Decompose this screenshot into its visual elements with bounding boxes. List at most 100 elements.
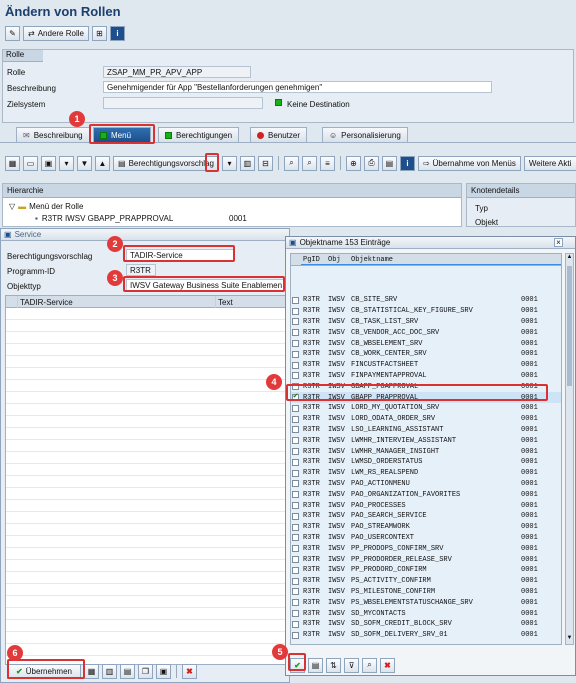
print-icon[interactable]: ⎙ xyxy=(363,155,379,171)
table-row[interactable]: R3TR IWSV FINPAYMENTAPPROVAL 0001 xyxy=(291,371,561,382)
table-row[interactable]: R3TR IWSV PAO_SEARCH_SERVICE 0001 xyxy=(291,511,561,522)
table-row[interactable]: R3TR IWSV PAO_ACTIONMENU 0001 xyxy=(291,479,561,490)
row-checkbox[interactable] xyxy=(292,307,299,315)
tree-icon[interactable]: ▦ xyxy=(5,155,20,171)
cancel-icon[interactable]: ✖ xyxy=(380,657,395,673)
details-icon[interactable]: ▤ xyxy=(120,663,135,679)
row-checkbox[interactable] xyxy=(292,404,299,412)
cancel-icon[interactable]: ✖ xyxy=(182,663,197,679)
table-row[interactable]: R3TR IWSV PAO_ORGANIZATION_FAVORITES 0001 xyxy=(291,489,561,500)
zoom-icon[interactable]: ⊕ xyxy=(345,155,361,171)
dropdown-arrow-icon[interactable]: ▾ xyxy=(221,155,237,171)
tab-benutzer[interactable]: Benutzer xyxy=(250,127,308,142)
service-table[interactable]: TADIR-Service Text xyxy=(5,295,287,665)
row-checkbox[interactable] xyxy=(292,512,299,520)
transaction-icon[interactable]: ▣ xyxy=(41,155,56,171)
info-icon[interactable]: i xyxy=(109,25,125,41)
collapse-icon[interactable]: ▽ xyxy=(9,202,15,211)
table-row[interactable]: R3TR IWSV PS_WBSELEMENTSTATUSCHANGE_SRV 000… xyxy=(291,597,561,608)
sort-icon[interactable]: ⇅ xyxy=(326,657,341,673)
table-row[interactable]: R3TR IWSV LWMSD_ORDERSTATUS 0001 xyxy=(291,457,561,468)
andere-rolle-button[interactable]: ⇄ Andere Rolle xyxy=(23,25,89,41)
row-checkbox[interactable] xyxy=(292,296,299,304)
table-row[interactable]: R3TR IWSV LORD_MY_QUOTATION_SRV 0001 xyxy=(291,403,561,414)
find-icon[interactable]: ⌕ xyxy=(283,155,299,171)
programm-id-field[interactable]: R3TR xyxy=(126,264,156,276)
row-checkbox[interactable] xyxy=(292,545,299,553)
table-row[interactable]: R3TR IWSV PAO_PROCESSES 0001 xyxy=(291,500,561,511)
filter-icon[interactable]: ⊽ xyxy=(344,657,359,673)
paste-icon[interactable]: ▣ xyxy=(156,663,171,679)
move-down-icon[interactable]: ▼ xyxy=(77,155,92,171)
row-checkbox[interactable] xyxy=(292,556,299,564)
table-row[interactable]: R3TR IWSV LWM_RS_REALSPEND 0001 xyxy=(291,468,561,479)
table-row[interactable]: R3TR IWSV CB_VENDOR_ACC_DOC_SRV 0001 xyxy=(291,327,561,338)
weitere-aktionen-button[interactable]: Weitere Akti xyxy=(523,155,576,171)
scroll-up-icon[interactable]: ▲ xyxy=(566,254,573,263)
info-icon[interactable]: i xyxy=(399,155,415,171)
table-row[interactable]: R3TR IWSV LSO_LEARNING_ASSISTANT 0001 xyxy=(291,425,561,436)
edit-icon[interactable]: ✎ xyxy=(5,25,20,41)
copy-icon[interactable]: ❐ xyxy=(138,663,153,679)
row-checkbox[interactable] xyxy=(292,361,299,369)
table-row[interactable]: R3TR IWSV PP_PRODORD_CONFIRM 0001 xyxy=(291,565,561,576)
tab-beschreibung[interactable]: ✉ Beschreibung xyxy=(16,127,90,142)
table-row[interactable]: R3TR IWSV LWMHR_INTERVIEW_ASSISTANT 0001 xyxy=(291,435,561,446)
tab-berechtigungen[interactable]: Berechtigungen xyxy=(158,127,240,142)
table-row[interactable]: R3TR IWSV PAO_USERCONTEXT 0001 xyxy=(291,533,561,544)
uebernahme-button[interactable]: ⇨ Übernahme von Menüs xyxy=(417,155,521,171)
deselect-icon[interactable]: ▥ xyxy=(102,663,117,679)
find-next-icon[interactable]: ⌕ xyxy=(301,155,317,171)
berechtigungsvorschlag-button[interactable]: ▤ Berechtigungsvorschlag xyxy=(113,155,219,171)
row-checkbox[interactable] xyxy=(292,426,299,434)
table-row[interactable]: R3TR IWSV PP_PRODOPS_CONFIRM_SRV 0001 xyxy=(291,543,561,554)
table-row[interactable]: R3TR IWSV CB_TASK_LIST_SRV 0001 xyxy=(291,317,561,328)
row-checkbox[interactable] xyxy=(292,620,299,628)
row-checkbox[interactable] xyxy=(292,458,299,466)
row-checkbox[interactable] xyxy=(292,491,299,499)
menu-root[interactable]: ▽ ▬ Menü der Rolle xyxy=(9,202,83,211)
tab-personalisierung[interactable]: ☺ Personalisierung xyxy=(322,127,408,142)
row-checkbox[interactable] xyxy=(292,372,299,380)
close-icon[interactable]: × xyxy=(554,238,563,247)
row-checkbox[interactable] xyxy=(292,610,299,618)
find-icon[interactable]: ⌕ xyxy=(362,657,377,673)
table-row[interactable]: R3TR IWSV SD_SOFM_DELIVERY_SRV_01 0001 xyxy=(291,630,561,641)
row-checkbox[interactable] xyxy=(292,329,299,337)
dropdown-icon[interactable]: ▾ xyxy=(59,155,74,171)
table-settings-icon[interactable]: ▤ xyxy=(308,657,323,673)
row-checkbox[interactable] xyxy=(292,566,299,574)
menu-item[interactable]: ▪ R3TR IWSV GBAPP_PRAPPROVAL xyxy=(35,214,173,223)
details-icon[interactable]: ▤ xyxy=(381,155,397,171)
expand-icon[interactable]: ⊟ xyxy=(257,155,273,171)
move-up-icon[interactable]: ▲ xyxy=(95,155,110,171)
row-checkbox[interactable] xyxy=(292,480,299,488)
row-checkbox[interactable] xyxy=(292,469,299,477)
select-all-icon[interactable]: ▦ xyxy=(84,663,99,679)
row-checkbox[interactable] xyxy=(292,588,299,596)
row-checkbox[interactable] xyxy=(292,534,299,542)
table-row[interactable]: R3TR IWSV CB_SITE_SRV 0001 xyxy=(291,295,561,306)
popup-list[interactable]: PgID Obj Objektname R3TR IWSV CB_SITE_SRV 0… xyxy=(290,253,562,645)
table-row[interactable]: R3TR IWSV CB_WBSELEMENT_SRV 0001 xyxy=(291,338,561,349)
table-row[interactable]: R3TR IWSV PS_ACTIVITY_CONFIRM 0001 xyxy=(291,576,561,587)
row-checkbox[interactable] xyxy=(292,631,299,639)
table-row[interactable]: R3TR IWSV SD_MYCONTACTS 0001 xyxy=(291,608,561,619)
hierarchy-icon[interactable]: ⊞ xyxy=(91,25,107,41)
row-checkbox[interactable] xyxy=(292,415,299,423)
table-row[interactable]: R3TR IWSV SD_SOFM_CREDIT_BLOCK_SRV 0001 xyxy=(291,619,561,630)
row-checkbox[interactable] xyxy=(292,523,299,531)
row-checkbox[interactable] xyxy=(292,599,299,607)
table-icon[interactable]: ▥ xyxy=(239,155,255,171)
row-checkbox[interactable] xyxy=(292,437,299,445)
role-field[interactable]: ZSAP_MM_PR_APV_APP xyxy=(103,66,251,78)
table-row[interactable]: R3TR IWSV LWMHR_MANAGER_INSIGHT 0001 xyxy=(291,446,561,457)
row-checkbox[interactable] xyxy=(292,318,299,326)
table-row[interactable]: R3TR IWSV PP_PRODORDER_RELEASE_SRV 0001 xyxy=(291,554,561,565)
table-row[interactable]: R3TR IWSV CB_STATISTICAL_KEY_FIGURE_SRV 000… xyxy=(291,306,561,317)
beschreibung-field[interactable]: Genehmigender für App "Bestellanforderun… xyxy=(103,81,492,93)
table-row[interactable]: R3TR IWSV CB_WORK_CENTER_SRV 0001 xyxy=(291,349,561,360)
row-checkbox[interactable] xyxy=(292,448,299,456)
scrollbar[interactable]: ▲ ▼ xyxy=(565,253,574,645)
folder-icon[interactable]: ▭ xyxy=(23,155,38,171)
